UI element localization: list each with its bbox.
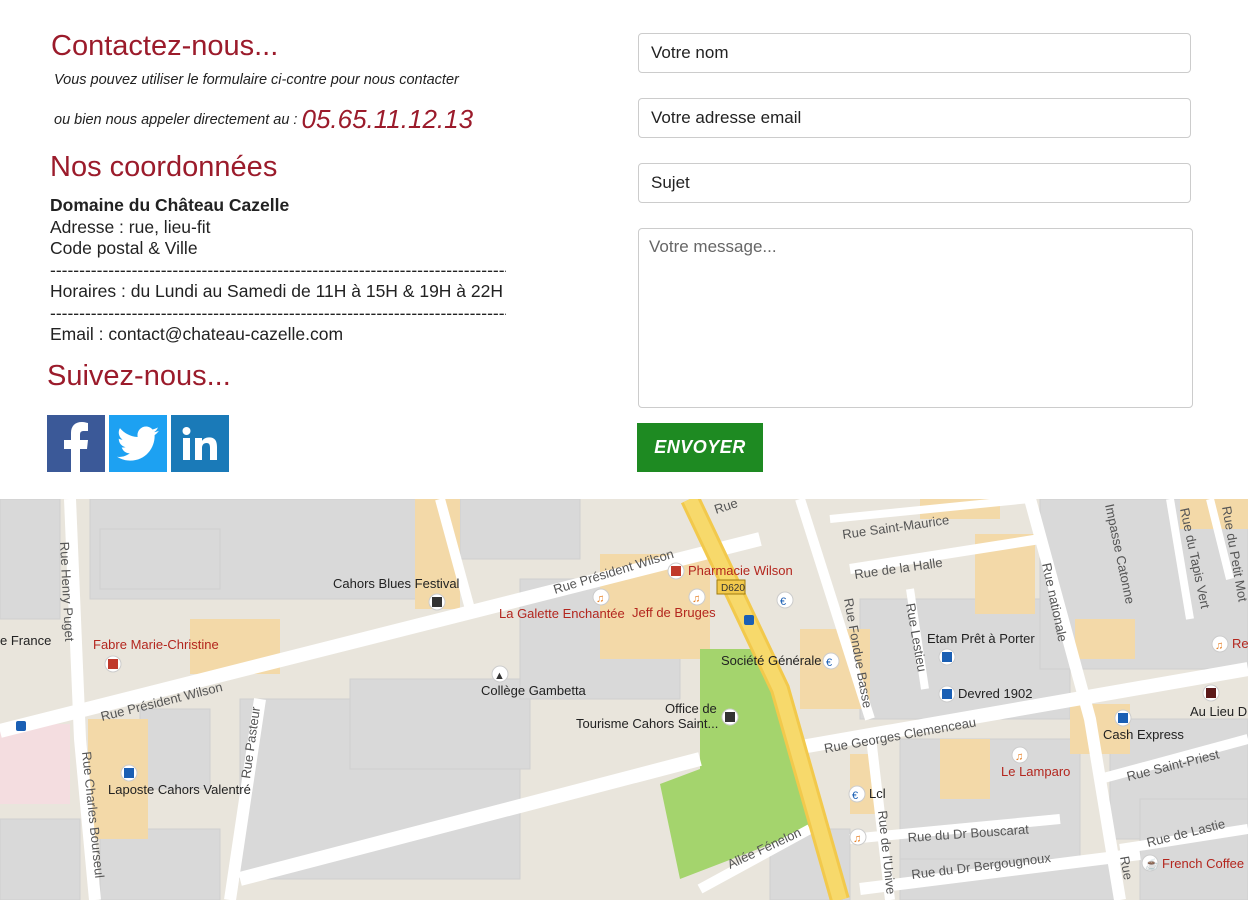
shop-icon — [1118, 713, 1128, 723]
place-label: French Coffee — [1162, 856, 1244, 871]
health-icon — [108, 659, 118, 669]
place-label: Devred 1902 — [958, 686, 1032, 701]
send-button[interactable]: ENVOYER — [637, 423, 763, 472]
business-name: Domaine du Château Cazelle — [50, 195, 290, 215]
facebook-link[interactable] — [47, 415, 105, 472]
event-icon — [432, 597, 442, 607]
contact-phone-prefix: ou bien nous appeler directement au : — [54, 112, 302, 128]
bank-icon: € — [852, 790, 858, 802]
linkedin-icon — [182, 426, 217, 460]
place-label: Tourisme Cahors Saint... — [576, 716, 718, 731]
name-field[interactable] — [638, 33, 1191, 73]
place-label: Re — [1232, 636, 1248, 651]
restaurant-icon: ♫ — [1015, 751, 1023, 763]
subject-field[interactable] — [638, 163, 1191, 203]
postal-city: Code postal & Ville — [50, 238, 198, 258]
opening-hours: Horaires : du Lundi au Samedi de 11H à 1… — [50, 281, 504, 301]
cafe-icon: ☕ — [1145, 857, 1159, 871]
place-label: Fabre Marie-Christine — [93, 637, 219, 652]
place-label: La Galette Enchantée — [499, 606, 625, 621]
place-label: Etam Prêt à Porter — [927, 631, 1035, 646]
shop-icon — [124, 768, 134, 778]
email-field[interactable] — [638, 98, 1191, 138]
bank-icon: € — [826, 657, 832, 669]
coordinates-block: Domaine du Château Cazelle Adresse : rue… — [50, 195, 506, 346]
place-label: Collège Gambetta — [481, 683, 587, 698]
facebook-icon — [64, 422, 88, 472]
social-links — [47, 415, 229, 472]
contact-phone-line: ou bien nous appeler directement au : 05… — [54, 100, 473, 134]
email-address: Email : contact@chateau-cazelle.com — [50, 324, 344, 344]
place-label: Cash Express — [1103, 727, 1184, 742]
place-label: Jeff de Bruges — [632, 605, 716, 620]
contact-intro: Vous pouvez utiliser le formulaire ci-co… — [54, 72, 459, 88]
shop-icon — [1206, 688, 1216, 698]
address: Adresse : rue, lieu-fit — [50, 216, 211, 237]
bus-stop-icon — [16, 721, 26, 731]
shop-icon — [942, 652, 952, 662]
place-label: Société Générale — [721, 653, 821, 668]
road-shield-label: D620 — [721, 583, 745, 594]
message-field[interactable] — [638, 228, 1193, 408]
restaurant-icon: ♫ — [1215, 640, 1223, 652]
place-label: Pharmacie Wilson — [688, 563, 793, 578]
separator-line: ----------------------------------------… — [50, 259, 506, 280]
map-canvas[interactable]: D620 Rue Président Wilson Rue Président … — [0, 499, 1248, 900]
school-icon: ▲ — [494, 670, 505, 682]
place-label: Cahors Blues Festival — [333, 576, 460, 591]
place-label: Au Lieu Di — [1190, 704, 1248, 719]
shop-icon — [942, 689, 952, 699]
bank-icon: € — [780, 596, 786, 608]
street-label: e France — [0, 633, 51, 648]
restaurant-icon: ♫ — [596, 593, 604, 605]
phone-number[interactable]: 05.65.11.12.13 — [301, 104, 473, 134]
place-label: Lcl — [869, 786, 886, 801]
restaurant-icon: ♫ — [853, 833, 861, 845]
place-label: Le Lamparo — [1001, 764, 1070, 779]
linkedin-link[interactable] — [171, 415, 229, 472]
pharmacy-icon — [671, 566, 681, 576]
contact-title: Contactez-nous... — [51, 30, 279, 62]
place-label: Office de — [665, 701, 717, 716]
twitter-link[interactable] — [109, 415, 167, 472]
location-map[interactable]: D620 Rue Président Wilson Rue Président … — [0, 499, 1248, 900]
bus-stop-icon — [744, 615, 754, 625]
separator-line: ----------------------------------------… — [50, 302, 506, 323]
camera-icon — [725, 712, 735, 722]
place-label: Laposte Cahors Valentré — [108, 782, 251, 797]
twitter-icon — [117, 426, 159, 461]
follow-title: Suivez-nous... — [47, 360, 231, 392]
restaurant-icon: ♫ — [692, 593, 700, 605]
coordinates-title: Nos coordonnées — [50, 151, 278, 183]
